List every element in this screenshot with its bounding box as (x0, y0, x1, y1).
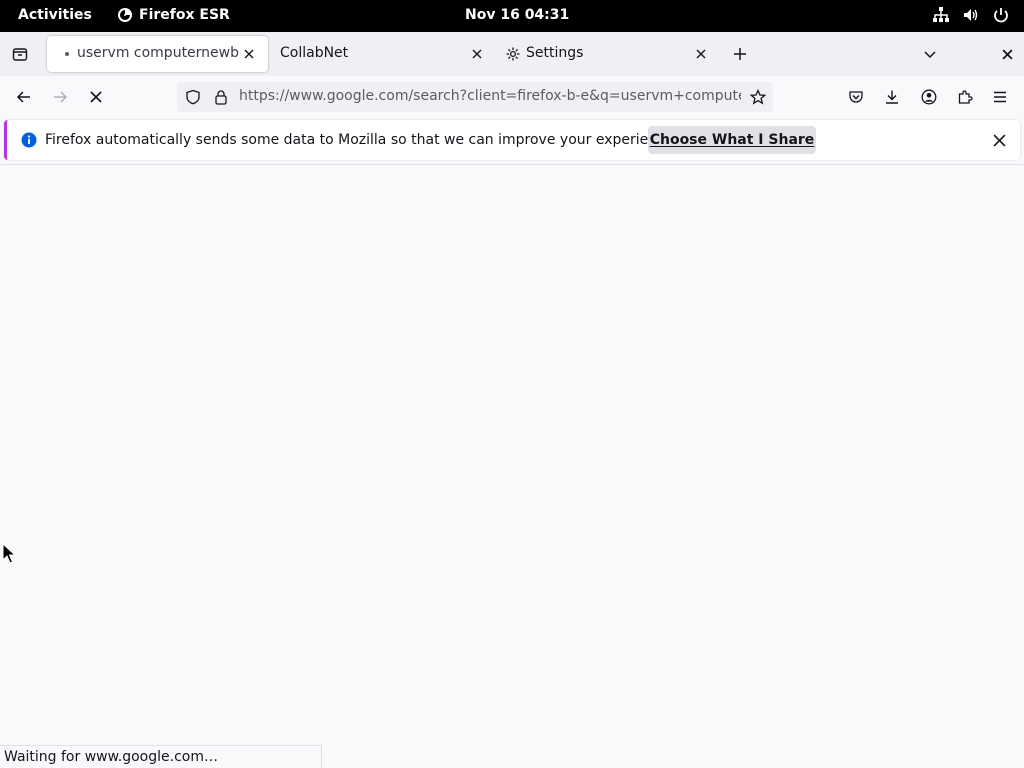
list-all-tabs-button[interactable] (916, 40, 944, 68)
system-top-bar: Activities Firefox ESR Nov 16 04:31 (0, 0, 1024, 32)
status-panel: Waiting for www.google.com… (0, 745, 322, 768)
lock-icon (215, 90, 227, 105)
arrow-right-icon (54, 91, 68, 103)
plus-icon (734, 48, 746, 60)
puzzle-icon (958, 90, 973, 104)
app-menu[interactable]: Firefox ESR (117, 7, 230, 23)
system-tray[interactable] (932, 6, 1010, 24)
info-icon (21, 132, 37, 148)
hamburger-icon (994, 91, 1006, 103)
shield-icon (186, 89, 200, 105)
notification-close-button[interactable] (985, 126, 1013, 154)
data-collection-notification: Firefox automatically sends some data to… (4, 120, 1020, 160)
pocket-button[interactable] (842, 83, 870, 111)
downloads-button[interactable] (878, 83, 906, 111)
loading-dot-icon (65, 52, 69, 56)
firefox-view-button[interactable] (6, 40, 34, 68)
tab-close-button[interactable] (240, 45, 258, 63)
mouse-cursor-icon (2, 543, 16, 564)
tab-label: CollabNet (280, 45, 349, 61)
close-window-button[interactable] (993, 40, 1021, 68)
network-icon (933, 7, 949, 22)
close-icon (472, 49, 482, 59)
back-button[interactable] (10, 83, 38, 111)
star-icon[interactable] (750, 89, 766, 105)
close-icon (696, 49, 706, 59)
activities-button[interactable]: Activities (18, 7, 92, 23)
volume-icon (964, 9, 978, 21)
account-button[interactable] (915, 83, 943, 111)
tab-collabnet[interactable]: CollabNet (272, 36, 492, 72)
clock[interactable]: Nov 16 04:31 (465, 7, 569, 23)
pocket-icon (849, 91, 863, 103)
arrow-left-icon (16, 91, 30, 103)
close-icon (244, 49, 254, 59)
account-icon (921, 89, 937, 105)
tab-settings[interactable]: Settings (496, 36, 718, 72)
url-bar[interactable]: https://www.google.com/search?client=fir… (177, 82, 773, 112)
firefox-icon (118, 8, 132, 22)
tab-label: Settings (526, 45, 584, 61)
app-name-label: Firefox ESR (139, 7, 230, 23)
tab-close-button[interactable] (468, 45, 486, 63)
power-icon (994, 8, 1008, 23)
extensions-button[interactable] (951, 83, 979, 111)
tab-close-button[interactable] (692, 45, 710, 63)
download-icon (886, 90, 898, 104)
stop-icon (90, 91, 102, 103)
forward-button (46, 83, 74, 111)
close-icon (1001, 48, 1013, 60)
url-text[interactable]: https://www.google.com/search?client=fir… (239, 88, 741, 104)
gear-icon (506, 47, 520, 61)
notification-message: Firefox automatically sends some data to… (45, 132, 678, 148)
new-tab-button[interactable] (726, 40, 754, 68)
choose-what-i-share-button[interactable]: Choose What I Share (648, 126, 816, 154)
navigation-toolbar: https://www.google.com/search?client=fir… (0, 76, 1024, 118)
menu-button[interactable] (986, 83, 1014, 111)
tab-label: uservm computernewb - (77, 45, 239, 61)
tab-uservm[interactable]: uservm computernewb - (47, 36, 268, 72)
page-content-area[interactable] (0, 165, 1024, 745)
chevron-down-icon (924, 51, 936, 59)
firefox-view-icon (12, 48, 28, 61)
tab-strip: uservm computernewb - CollabNet Settings (0, 32, 1024, 76)
stop-button[interactable] (82, 83, 110, 111)
close-icon (993, 134, 1005, 146)
